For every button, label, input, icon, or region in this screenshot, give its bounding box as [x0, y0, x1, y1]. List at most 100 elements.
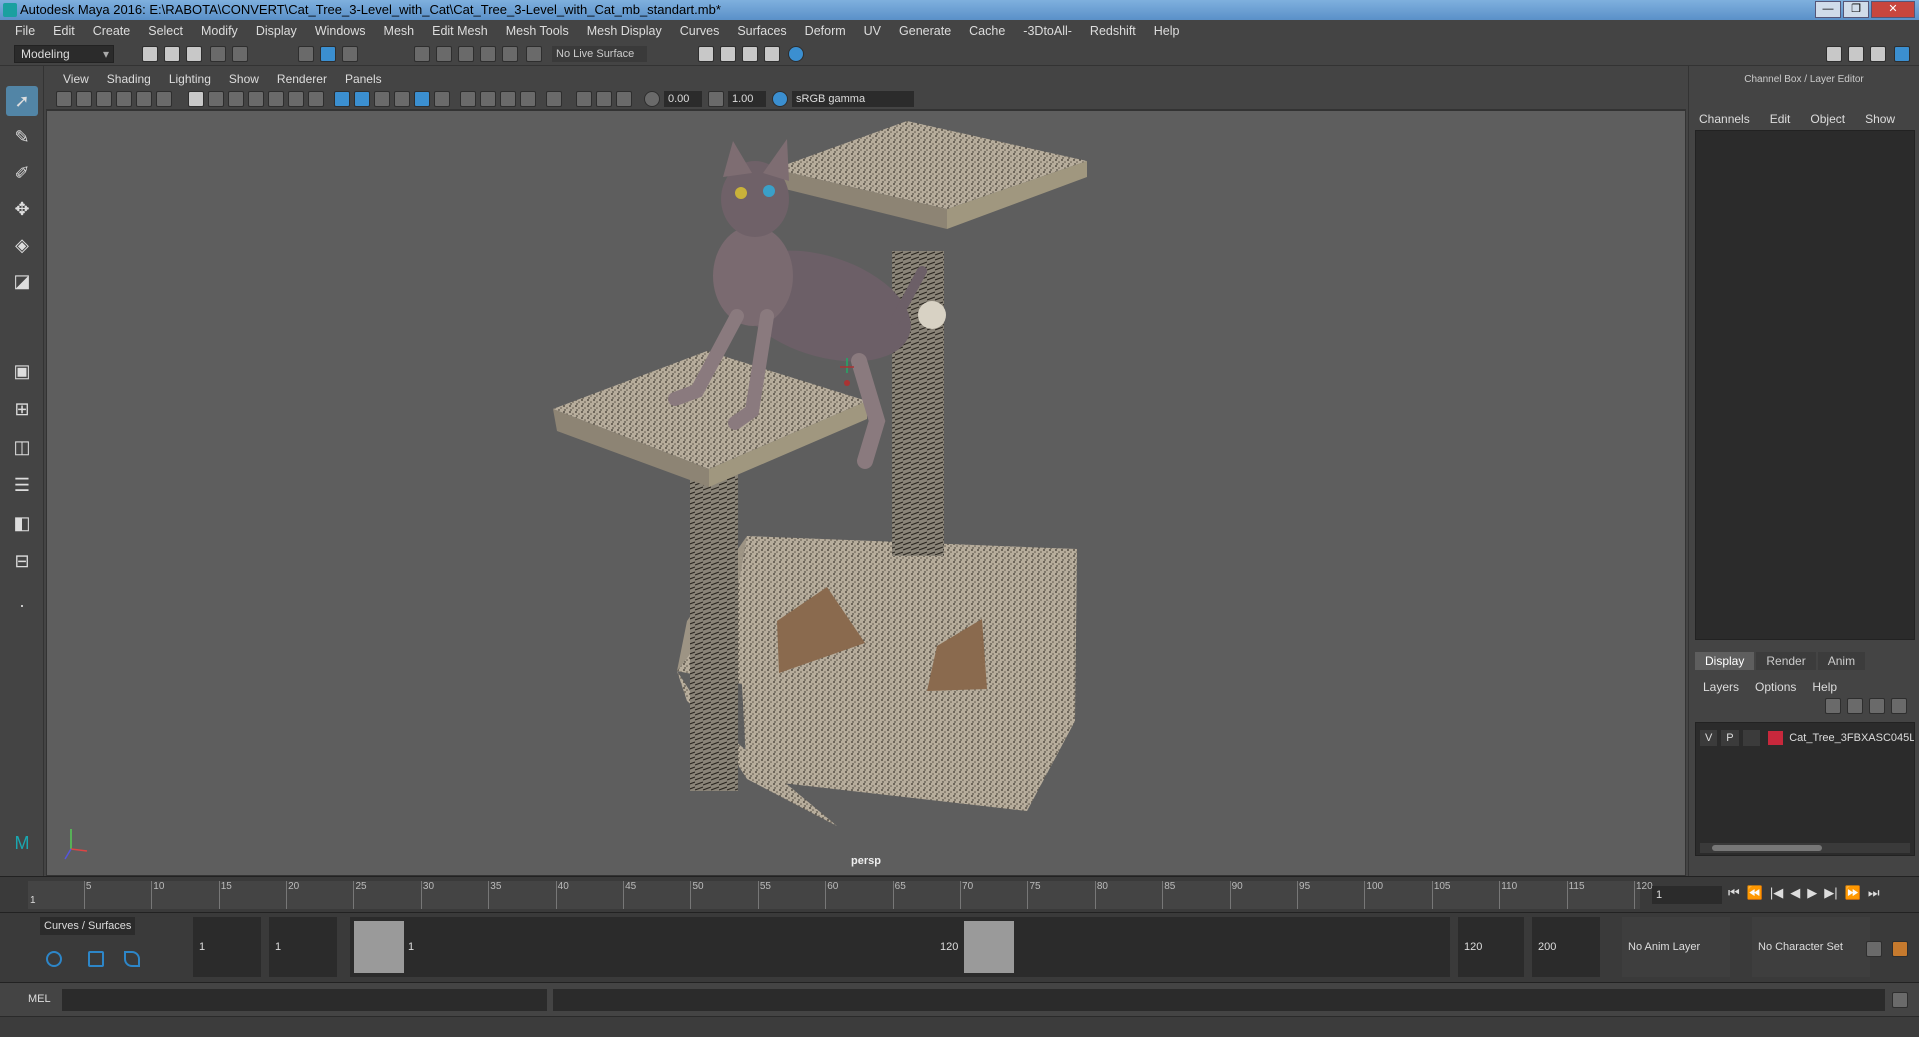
nurbs-circle-icon[interactable]	[46, 951, 62, 967]
new-scene-icon[interactable]	[142, 46, 158, 62]
channel-box-area[interactable]	[1695, 130, 1915, 640]
render-view-icon[interactable]	[698, 46, 714, 62]
modeling-toolkit-icon[interactable]	[1826, 46, 1842, 62]
panel-menu-shading[interactable]: Shading	[98, 72, 160, 86]
command-input[interactable]	[62, 989, 547, 1011]
channel-menu-edit[interactable]: Edit	[1770, 112, 1791, 126]
menuset-dropdown[interactable]: Modeling	[14, 45, 114, 63]
outliner-layout-icon[interactable]: ☰	[6, 470, 38, 500]
menu-uv[interactable]: UV	[855, 24, 890, 38]
anti-aliasing-icon[interactable]	[500, 91, 516, 107]
xray-icon[interactable]	[576, 91, 592, 107]
menu-create[interactable]: Create	[84, 24, 140, 38]
playback-start-field[interactable]: 1	[269, 917, 337, 977]
layer-menu-options[interactable]: Options	[1755, 680, 1796, 694]
go-to-end-icon[interactable]: ⏭	[1868, 885, 1880, 901]
auto-key-icon[interactable]	[1866, 941, 1882, 957]
script-language-label[interactable]: MEL	[28, 993, 51, 1005]
ep-curve-icon[interactable]	[124, 951, 140, 967]
film-gate-icon[interactable]	[208, 91, 224, 107]
playback-end-field[interactable]: 120	[1458, 917, 1524, 977]
layer-row[interactable]: V P Cat_Tree_3FBXASC045Lev	[1696, 729, 1914, 747]
layer-menu-layers[interactable]: Layers	[1703, 680, 1739, 694]
script-editor-icon[interactable]	[1892, 992, 1908, 1008]
panel-menu-show[interactable]: Show	[220, 72, 268, 86]
viewport-persp[interactable]: persp	[46, 110, 1686, 876]
layer-display-type-toggle[interactable]	[1742, 730, 1760, 746]
layer-menu-help[interactable]: Help	[1812, 680, 1837, 694]
wireframe-on-shaded-icon[interactable]	[374, 91, 390, 107]
view-transform-dropdown[interactable]: sRGB gamma	[792, 91, 914, 107]
persp-graph-layout-icon[interactable]: ◫	[6, 432, 38, 462]
snap-curve-icon[interactable]	[436, 46, 452, 62]
gate-mask-icon[interactable]	[248, 91, 264, 107]
xray-active-icon[interactable]	[596, 91, 612, 107]
layout-options-icon[interactable]: ·	[6, 590, 38, 620]
camera-attributes-icon[interactable]	[76, 91, 92, 107]
menu-curves[interactable]: Curves	[671, 24, 729, 38]
safe-action-icon[interactable]	[288, 91, 304, 107]
four-view-layout-icon[interactable]: ⊞	[6, 394, 38, 424]
snap-point-icon[interactable]	[458, 46, 474, 62]
move-tool-icon[interactable]: ✥	[6, 194, 38, 224]
lasso-tool-icon[interactable]: ✎	[6, 122, 38, 152]
shadows-icon[interactable]	[434, 91, 450, 107]
safe-title-icon[interactable]	[308, 91, 324, 107]
move-layer-down-icon[interactable]	[1847, 698, 1863, 714]
ipr-render-icon[interactable]	[742, 46, 758, 62]
exposure-field[interactable]: 0.00	[664, 91, 702, 107]
nurbs-square-icon[interactable]	[88, 951, 104, 967]
attribute-editor-icon[interactable]	[1848, 46, 1864, 62]
panel-menu-view[interactable]: View	[54, 72, 98, 86]
panel-menu-panels[interactable]: Panels	[336, 72, 391, 86]
tool-settings-icon[interactable]	[1870, 46, 1886, 62]
menu-file[interactable]: File	[6, 24, 44, 38]
make-live-icon[interactable]	[526, 46, 542, 62]
redo-icon[interactable]	[232, 46, 248, 62]
undo-icon[interactable]	[210, 46, 226, 62]
channel-menu-object[interactable]: Object	[1810, 112, 1845, 126]
open-scene-icon[interactable]	[164, 46, 180, 62]
use-all-lights-icon[interactable]	[414, 91, 430, 107]
maximize-button[interactable]: ❐	[1843, 1, 1869, 18]
step-back-frame-icon[interactable]: |◀	[1770, 885, 1783, 901]
layer-tab-anim[interactable]: Anim	[1817, 652, 1866, 670]
layer-tab-render[interactable]: Render	[1756, 652, 1816, 670]
smooth-shade-icon[interactable]	[354, 91, 370, 107]
resolution-gate-icon[interactable]	[228, 91, 244, 107]
panel-menu-lighting[interactable]: Lighting	[160, 72, 220, 86]
step-back-key-icon[interactable]: ⏪	[1747, 885, 1763, 901]
animation-start-field[interactable]: 1	[193, 917, 261, 977]
layer-horizontal-scrollbar[interactable]	[1700, 843, 1910, 853]
save-scene-icon[interactable]	[186, 46, 202, 62]
cat-tree-model[interactable]	[553, 121, 1087, 826]
panel-menu-renderer[interactable]: Renderer	[268, 72, 336, 86]
persp-outliner-layout-icon[interactable]: ◧	[6, 508, 38, 538]
hypershade-icon[interactable]	[788, 46, 804, 62]
layer-visibility-toggle[interactable]: V	[1700, 730, 1718, 746]
wireframe-icon[interactable]	[334, 91, 350, 107]
grid-icon[interactable]	[188, 91, 204, 107]
hypershade-layout-icon[interactable]: ⊟	[6, 546, 38, 576]
current-frame-field[interactable]: 1	[1652, 886, 1722, 904]
menu-edit-mesh[interactable]: Edit Mesh	[423, 24, 497, 38]
menu-redshift[interactable]: Redshift	[1081, 24, 1145, 38]
select-hierarchy-icon[interactable]	[298, 46, 314, 62]
layer-color-swatch[interactable]	[1767, 731, 1784, 745]
step-forward-frame-icon[interactable]: ▶|	[1824, 885, 1837, 901]
menu-mesh[interactable]: Mesh	[375, 24, 424, 38]
textured-icon[interactable]	[394, 91, 410, 107]
motion-blur-icon[interactable]	[480, 91, 496, 107]
select-tool-icon[interactable]: ➚	[6, 86, 38, 116]
move-layer-up-icon[interactable]	[1825, 698, 1841, 714]
range-slider[interactable]: 1 120	[350, 917, 1450, 977]
scale-tool-icon[interactable]: ◪	[6, 266, 38, 296]
depth-of-field-icon[interactable]	[520, 91, 536, 107]
menu-mesh-display[interactable]: Mesh Display	[578, 24, 671, 38]
character-set-dropdown[interactable]: No Character Set	[1752, 917, 1870, 977]
channel-box-icon[interactable]	[1894, 46, 1910, 62]
render-settings-icon[interactable]	[764, 46, 780, 62]
menu-deform[interactable]: Deform	[796, 24, 855, 38]
grease-pencil-icon[interactable]	[156, 91, 172, 107]
play-backwards-icon[interactable]: ◀	[1790, 885, 1800, 901]
